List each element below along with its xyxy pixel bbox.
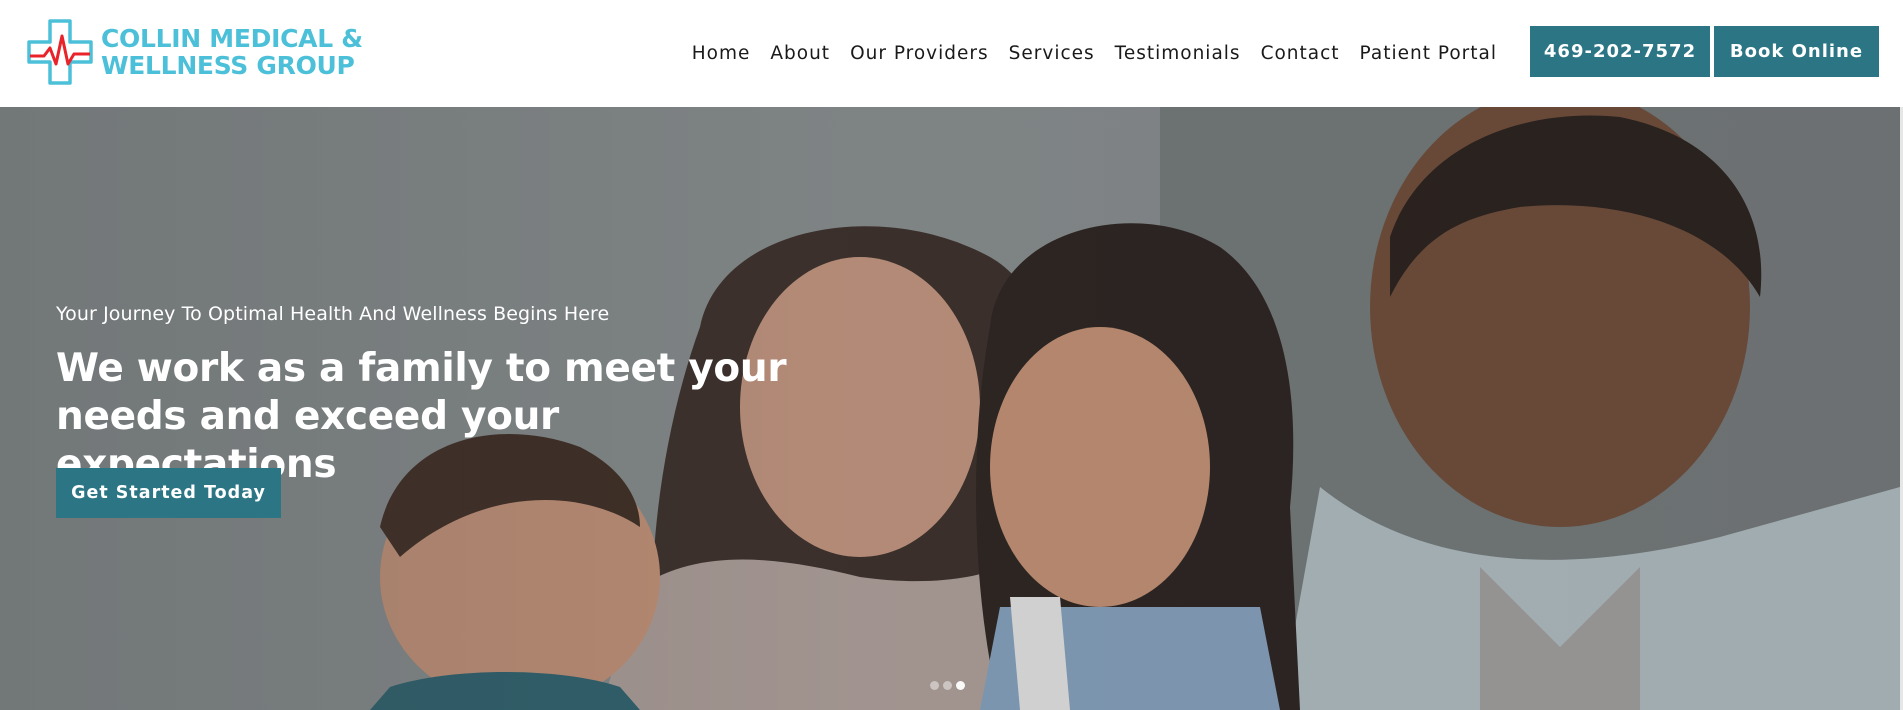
nav-item-about[interactable]: About: [760, 43, 840, 64]
book-online-button[interactable]: Book Online: [1714, 26, 1879, 77]
slider-dots: [930, 681, 965, 690]
brand-name: COLLIN MEDICAL & WELLNESS GROUP: [101, 25, 363, 79]
nav-item-our-providers[interactable]: Our Providers: [840, 43, 999, 64]
site-header: COLLIN MEDICAL & WELLNESS GROUP Home Abo…: [0, 0, 1903, 107]
nav-item-home[interactable]: Home: [682, 43, 761, 64]
slider-dot-1[interactable]: [930, 681, 939, 690]
brand-logo[interactable]: COLLIN MEDICAL & WELLNESS GROUP: [26, 18, 363, 86]
brand-name-line1: COLLIN MEDICAL &: [101, 24, 363, 53]
hero-section: Your Journey To Optimal Health And Welln…: [0, 107, 1900, 710]
hero-eyebrow: Your Journey To Optimal Health And Welln…: [56, 303, 610, 325]
hero-title-line1: We work as a family to meet your: [56, 346, 787, 391]
nav-item-testimonials[interactable]: Testimonials: [1105, 43, 1251, 64]
main-nav: Home About Our Providers Services Testim…: [682, 0, 1507, 107]
nav-item-services[interactable]: Services: [999, 43, 1105, 64]
nav-item-patient-portal[interactable]: Patient Portal: [1350, 43, 1507, 64]
get-started-button[interactable]: Get Started Today: [56, 468, 281, 518]
slider-dot-2[interactable]: [943, 681, 952, 690]
phone-button[interactable]: 469-202-7572: [1530, 26, 1710, 77]
brand-name-line2: WELLNESS GROUP: [101, 51, 355, 80]
nav-item-contact[interactable]: Contact: [1251, 43, 1350, 64]
slider-dot-3[interactable]: [956, 681, 965, 690]
medical-cross-heartbeat-icon: [27, 19, 93, 85]
